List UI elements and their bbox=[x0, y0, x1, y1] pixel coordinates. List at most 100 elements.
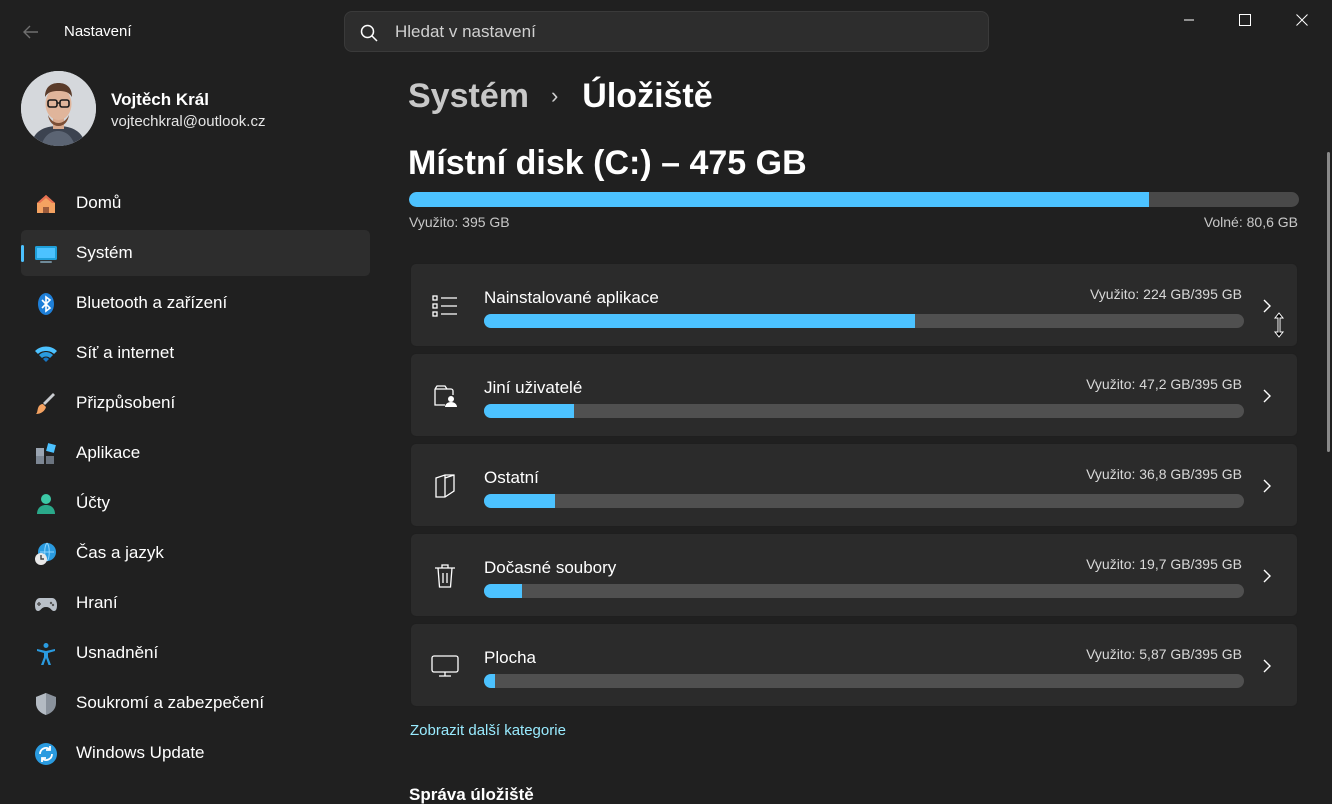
show-more-categories-link[interactable]: Zobrazit další kategorie bbox=[410, 722, 566, 739]
home-icon bbox=[34, 192, 58, 216]
title-bar: Nastavení bbox=[0, 0, 1332, 64]
sidebar-item-accessibility[interactable]: Usnadnění bbox=[21, 630, 370, 676]
sidebar-item-label: Aplikace bbox=[76, 443, 141, 462]
search-box[interactable] bbox=[344, 11, 989, 52]
sidebar-item-label: Soukromí a zabezpečení bbox=[76, 693, 265, 712]
category-usage: Využito: 36,8 GB/395 GB bbox=[1086, 466, 1242, 482]
sidebar-item-label: Usnadnění bbox=[76, 643, 159, 662]
sidebar-item-label: Domů bbox=[76, 193, 122, 212]
disk-used-label: Využito: 395 GB bbox=[409, 214, 510, 230]
time-language-icon bbox=[34, 542, 58, 566]
apps-icon bbox=[34, 442, 58, 466]
wifi-icon bbox=[34, 342, 58, 366]
avatar bbox=[21, 71, 96, 146]
sidebar-item-label: Přizpůsobení bbox=[76, 393, 176, 412]
brush-icon bbox=[34, 392, 58, 416]
apps-list-icon bbox=[431, 292, 459, 320]
minimize-icon bbox=[1184, 19, 1194, 21]
back-arrow-icon bbox=[23, 25, 38, 39]
disk-title: Místní disk (C:) – 475 GB bbox=[408, 144, 807, 182]
sidebar-item-label: Hraní bbox=[76, 593, 118, 612]
sidebar-item-personalization[interactable]: Přizpůsobení bbox=[21, 380, 370, 426]
desktop-icon bbox=[431, 652, 459, 680]
category-usage: Využito: 5,87 GB/395 GB bbox=[1086, 646, 1242, 662]
category-usage: Využito: 47,2 GB/395 GB bbox=[1086, 376, 1242, 392]
search-icon bbox=[360, 24, 378, 42]
accessibility-icon bbox=[34, 642, 58, 666]
user-name: Vojtěch Král bbox=[111, 90, 209, 109]
user-email: vojtechkral@outlook.cz bbox=[111, 113, 266, 130]
sidebar-item-home[interactable]: Domů bbox=[21, 180, 370, 226]
scrollbar[interactable] bbox=[1327, 152, 1330, 452]
category-usage-fill bbox=[484, 584, 522, 598]
chevron-right-icon bbox=[1259, 566, 1275, 586]
sidebar-item-windows-update[interactable]: Windows Update bbox=[21, 730, 370, 776]
close-icon bbox=[1296, 14, 1308, 26]
sidebar-nav: Domů Systém Bluetooth a zařízení Síť a i… bbox=[21, 180, 370, 780]
shield-icon bbox=[34, 692, 58, 716]
back-button[interactable] bbox=[14, 18, 48, 46]
system-icon bbox=[34, 242, 58, 266]
chevron-right-icon bbox=[1259, 476, 1275, 496]
category-usage-bar bbox=[484, 404, 1244, 418]
app-title: Nastavení bbox=[64, 23, 132, 40]
user-profile[interactable]: Vojtěch Král vojtechkral@outlook.cz bbox=[21, 71, 351, 147]
bluetooth-icon bbox=[34, 292, 58, 316]
sidebar-item-gaming[interactable]: Hraní bbox=[21, 580, 370, 626]
category-other[interactable]: Ostatní Využito: 36,8 GB/395 GB bbox=[410, 443, 1298, 527]
search-input[interactable] bbox=[395, 12, 975, 51]
trash-icon bbox=[431, 562, 459, 590]
category-name: Plocha bbox=[484, 648, 536, 667]
sidebar-item-bluetooth[interactable]: Bluetooth a zařízení bbox=[21, 280, 370, 326]
sidebar-item-label: Síť a internet bbox=[76, 343, 175, 362]
sidebar-item-network[interactable]: Síť a internet bbox=[21, 330, 370, 376]
sidebar-item-label: Čas a jazyk bbox=[76, 543, 164, 562]
gamepad-icon bbox=[34, 592, 58, 616]
category-desktop[interactable]: Plocha Využito: 5,87 GB/395 GB bbox=[410, 623, 1298, 707]
other-users-icon bbox=[431, 382, 459, 410]
category-usage-bar bbox=[484, 494, 1244, 508]
category-usage: Využito: 19,7 GB/395 GB bbox=[1086, 556, 1242, 572]
breadcrumb-parent[interactable]: Systém bbox=[408, 77, 529, 116]
category-usage-fill bbox=[484, 674, 496, 688]
page-title: Úložiště bbox=[582, 76, 713, 115]
document-icon bbox=[431, 472, 459, 500]
storage-management-heading: Správa úložiště bbox=[409, 785, 534, 804]
sidebar-item-label: Bluetooth a zařízení bbox=[76, 293, 228, 312]
breadcrumb-chevron-icon: › bbox=[550, 83, 559, 108]
disk-usage-fill bbox=[409, 192, 1149, 207]
sidebar-item-apps[interactable]: Aplikace bbox=[21, 430, 370, 476]
category-name: Nainstalované aplikace bbox=[484, 288, 659, 307]
disk-usage-bar bbox=[409, 192, 1299, 207]
close-button[interactable] bbox=[1274, 0, 1330, 40]
disk-free-label: Volné: 80,6 GB bbox=[1203, 214, 1298, 230]
account-icon bbox=[34, 492, 58, 516]
maximize-icon bbox=[1239, 14, 1251, 26]
maximize-button[interactable] bbox=[1217, 0, 1273, 40]
sidebar-item-system[interactable]: Systém bbox=[21, 230, 370, 276]
sidebar-item-label: Systém bbox=[76, 243, 133, 262]
resize-cursor-icon bbox=[1273, 312, 1285, 338]
category-usage-fill bbox=[484, 314, 915, 328]
sidebar-item-label: Windows Update bbox=[76, 743, 205, 762]
sidebar-item-privacy[interactable]: Soukromí a zabezpečení bbox=[21, 680, 370, 726]
category-name: Ostatní bbox=[484, 468, 539, 487]
breadcrumb: Systém › Úložiště bbox=[408, 76, 713, 116]
chevron-right-icon bbox=[1259, 656, 1275, 676]
category-usage-bar bbox=[484, 674, 1244, 688]
category-usage-fill bbox=[484, 494, 555, 508]
category-usage-bar bbox=[484, 584, 1244, 598]
update-icon bbox=[34, 742, 58, 766]
storage-categories: Nainstalované aplikace Využito: 224 GB/3… bbox=[410, 263, 1298, 713]
category-temporary-files[interactable]: Dočasné soubory Využito: 19,7 GB/395 GB bbox=[410, 533, 1298, 617]
category-installed-apps[interactable]: Nainstalované aplikace Využito: 224 GB/3… bbox=[410, 263, 1298, 347]
minimize-button[interactable] bbox=[1161, 0, 1217, 40]
chevron-right-icon bbox=[1259, 386, 1275, 406]
category-usage: Využito: 224 GB/395 GB bbox=[1089, 286, 1242, 302]
sidebar-item-accounts[interactable]: Účty bbox=[21, 480, 370, 526]
sidebar-item-time-language[interactable]: Čas a jazyk bbox=[21, 530, 370, 576]
category-other-users[interactable]: Jiní uživatelé Využito: 47,2 GB/395 GB bbox=[410, 353, 1298, 437]
category-name: Dočasné soubory bbox=[484, 558, 617, 577]
category-name: Jiní uživatelé bbox=[484, 378, 583, 397]
sidebar-item-label: Účty bbox=[76, 493, 110, 512]
